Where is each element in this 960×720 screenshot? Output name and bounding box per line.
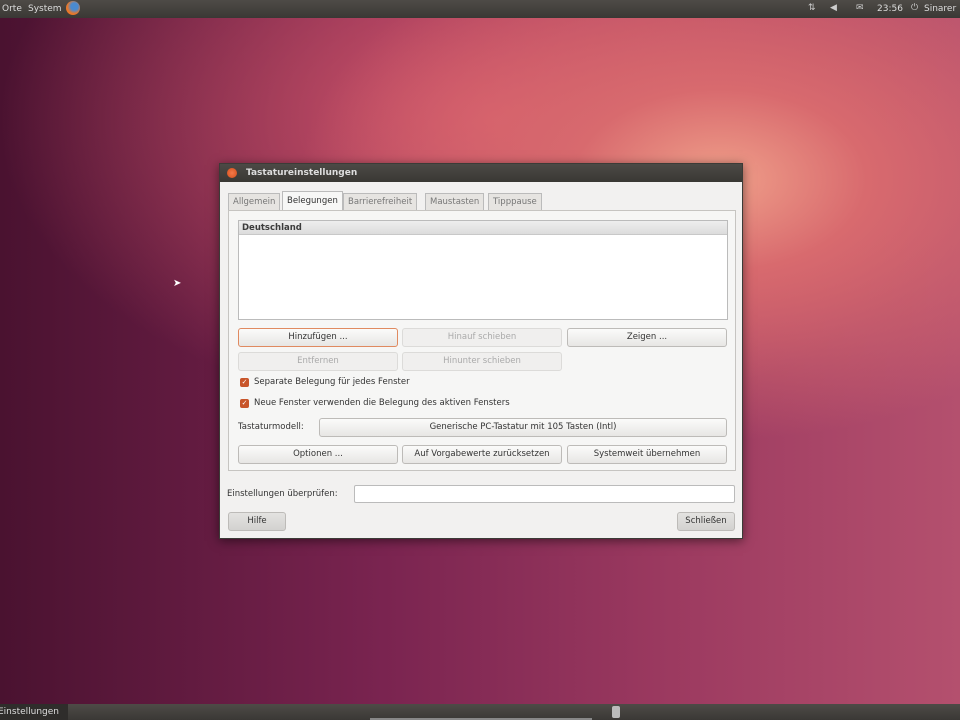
test-settings-label: Einstellungen überprüfen: [227, 489, 338, 499]
firefox-icon[interactable] [66, 1, 80, 15]
title-bar[interactable]: Tastatureinstellungen [220, 164, 742, 182]
help-button[interactable]: Hilfe [228, 512, 286, 531]
layout-list[interactable]: Deutschland [238, 220, 728, 320]
workspace-switcher-icon[interactable] [612, 706, 620, 718]
test-settings-input[interactable] [354, 485, 735, 503]
menu-system[interactable]: System [28, 4, 62, 14]
dialog-title: Tastatureinstellungen [246, 168, 358, 178]
volume-icon[interactable]: ◀ [830, 3, 837, 13]
tab-barrierefreiheit[interactable]: Barrierefreiheit [343, 193, 418, 210]
taskbar-item[interactable]: Einstellungen [0, 704, 68, 720]
bottom-panel: Einstellungen [0, 704, 960, 720]
tab-belegungen[interactable]: Belegungen [282, 191, 343, 210]
separate-layout-label: Separate Belegung für jedes Fenster [254, 377, 410, 387]
close-button[interactable]: Schließen [677, 512, 735, 531]
menu-places[interactable]: Orte [2, 4, 22, 14]
keyboard-model-button[interactable]: Generische PC-Tastatur mit 105 Tasten (I… [319, 418, 727, 437]
clock[interactable]: 23:56 [877, 4, 903, 14]
mail-icon[interactable]: ✉ [856, 3, 864, 13]
options-button[interactable]: Optionen ... [238, 445, 398, 464]
top-panel: Orte System ⇅ ◀ ✉ 23:56 ⏻ Sinarer [0, 0, 960, 18]
tab-tipppause[interactable]: Tipppause [488, 193, 542, 210]
new-window-layout-checkbox[interactable]: ✓ [240, 399, 249, 408]
show-button[interactable]: Zeigen ... [567, 328, 727, 347]
remove-button[interactable]: Entfernen [238, 352, 398, 371]
power-icon[interactable]: ⏻ [911, 3, 918, 13]
user-menu[interactable]: Sinarer [924, 4, 956, 14]
reset-defaults-button[interactable]: Auf Vorgabewerte zurücksetzen [402, 445, 562, 464]
tab-panel: Deutschland Hinzufügen ... Hinauf schieb… [228, 210, 736, 471]
close-window-icon[interactable] [227, 168, 237, 178]
move-up-button[interactable]: Hinauf schieben [402, 328, 562, 347]
mouse-cursor-icon: ➤ [173, 278, 182, 289]
apply-system-wide-button[interactable]: Systemweit übernehmen [567, 445, 727, 464]
add-button[interactable]: Hinzufügen ... [238, 328, 398, 347]
keyboard-settings-dialog: Tastatureinstellungen Allgemein Belegung… [219, 163, 743, 539]
separate-layout-checkbox[interactable]: ✓ [240, 378, 249, 387]
move-down-button[interactable]: Hinunter schieben [402, 352, 562, 371]
tab-allgemein[interactable]: Allgemein [228, 193, 281, 210]
layout-list-item[interactable]: Deutschland [239, 221, 727, 235]
network-icon[interactable]: ⇅ [808, 3, 816, 13]
tab-maustasten[interactable]: Maustasten [425, 193, 485, 210]
keyboard-model-label: Tastaturmodell: [238, 422, 304, 432]
new-window-layout-label: Neue Fenster verwenden die Belegung des … [254, 398, 510, 408]
